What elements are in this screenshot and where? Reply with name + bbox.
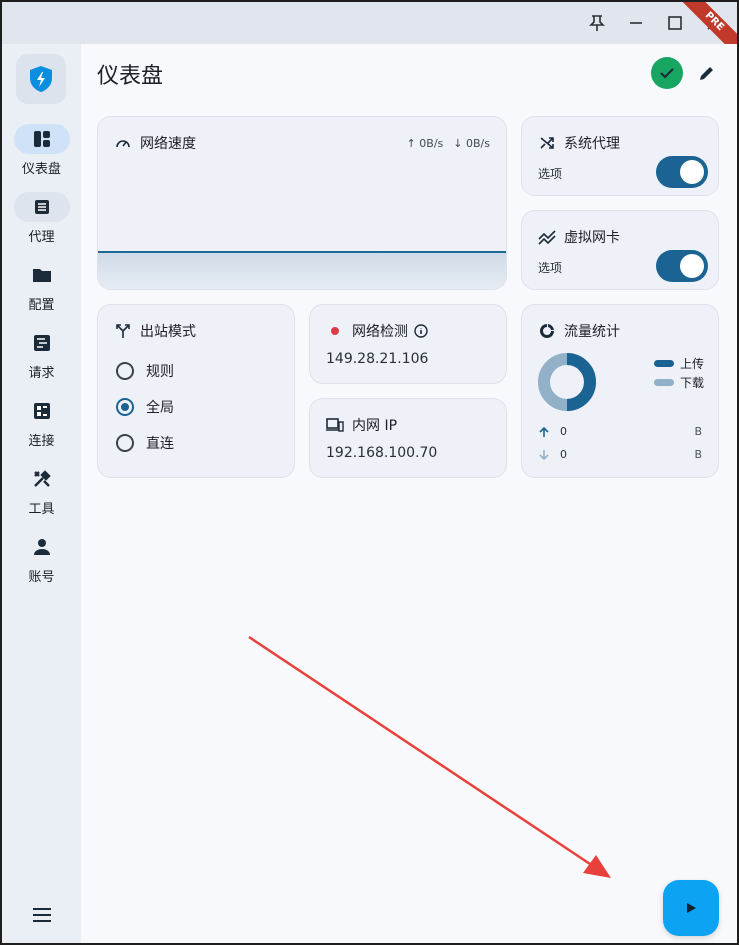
card-header: 流量统计 [538, 321, 620, 341]
network-check-card[interactable]: 网络检测 149.28.21.106 [309, 304, 507, 384]
card-title: 系统代理 [564, 136, 620, 152]
sidebar-item-label: 仪表盘 [21, 162, 61, 177]
outbound-mode-card: 出站模式 规则 全局 直连 [97, 304, 295, 478]
sidebar-item-requests[interactable]: 请求 [2, 328, 81, 388]
sidebar-item-dashboard[interactable]: 仪表盘 [2, 124, 81, 184]
upload-traffic-row: 0 B [538, 425, 702, 438]
account-icon [14, 532, 70, 562]
card-title: 网络检测 [352, 324, 408, 340]
card-header: 系统代理 [538, 133, 620, 153]
sidebar-item-config[interactable]: 配置 [2, 260, 81, 320]
lan-ip-value: 192.168.100.70 [326, 445, 438, 461]
sidebar-item-tools[interactable]: 工具 [2, 464, 81, 524]
traffic-stats-card: 流量统计 上传 下载 0 B 0 B [521, 304, 719, 478]
download-unit: B [694, 448, 702, 461]
sidebar-item-label: 配置 [28, 298, 55, 313]
lan-ip-card: 内网 IP 192.168.100.70 [309, 398, 507, 478]
minimize-icon[interactable] [621, 8, 651, 38]
card-header: 网络检测 [326, 321, 428, 341]
arrow-down-icon [538, 449, 550, 461]
play-icon [687, 903, 696, 913]
option-label: 规则 [146, 364, 174, 380]
radio-button[interactable] [116, 362, 134, 380]
card-title: 虚拟网卡 [564, 230, 620, 246]
sidebar-item-account[interactable]: 账号 [2, 532, 81, 592]
traffic-donut-chart [538, 353, 596, 411]
menu-icon[interactable] [28, 901, 56, 929]
mode-option-rule[interactable]: 规则 [116, 361, 174, 381]
status-check-button[interactable] [651, 57, 683, 89]
card-title: 内网 IP [352, 418, 398, 434]
folder-icon [14, 260, 70, 290]
card-header: 内网 IP [326, 415, 397, 435]
radio-button[interactable] [116, 434, 134, 452]
upload-speed: ↑ 0B/s [406, 137, 444, 150]
sidebar-item-label: 请求 [28, 366, 55, 381]
speed-chart [98, 251, 506, 289]
legend-label: 下载 [680, 376, 705, 390]
card-header: 出站模式 [114, 321, 196, 341]
speed-readout: ↑ 0B/s ↓ 0B/s [407, 137, 490, 150]
pencil-icon [700, 67, 713, 80]
requests-icon [14, 328, 70, 358]
pre-badge-text: PRE [677, 2, 737, 44]
virtual-nic-card[interactable]: 虚拟网卡 选项 [521, 210, 719, 290]
mode-option-direct[interactable]: 直连 [116, 433, 174, 453]
sidebar: 仪表盘 代理 配置 请求 连接 工具 账号 [2, 44, 81, 943]
status-dot-icon [326, 322, 344, 340]
card-subtitle: 选项 [538, 261, 563, 275]
sidebar-item-proxy[interactable]: 代理 [2, 192, 81, 252]
info-icon[interactable] [414, 324, 428, 338]
network-speed-card: 网络速度 ↑ 0B/s ↓ 0B/s [97, 116, 507, 290]
tools-icon [14, 464, 70, 494]
upload-value: 0 [560, 425, 567, 438]
card-title: 网络速度 [140, 136, 196, 152]
speedometer-icon [114, 134, 132, 152]
fork-icon [114, 322, 132, 340]
card-title: 流量统计 [564, 324, 620, 340]
upload-unit: B [694, 425, 702, 438]
sidebar-item-connections[interactable]: 连接 [2, 396, 81, 456]
download-speed: ↓ 0B/s [453, 137, 490, 150]
download-traffic-row: 0 B [538, 448, 702, 461]
connections-icon [14, 396, 70, 426]
page-title: 仪表盘 [97, 64, 164, 89]
mode-option-global[interactable]: 全局 [116, 397, 174, 417]
sidebar-item-label: 账号 [28, 570, 55, 585]
virtual-nic-toggle[interactable] [656, 250, 708, 282]
check-icon [660, 68, 674, 79]
edit-button[interactable] [695, 61, 719, 85]
proxy-icon [13, 192, 70, 222]
shuffle-icon [538, 134, 556, 152]
legend-upload: 上传 [654, 355, 704, 372]
system-proxy-card[interactable]: 系统代理 选项 [521, 116, 719, 196]
window-titlebar: PRE [2, 2, 737, 44]
option-label: 全局 [146, 400, 174, 416]
pre-release-ribbon: PRE [677, 2, 737, 44]
app-logo [16, 54, 66, 104]
network-trend-icon [538, 228, 556, 246]
card-header: 网络速度 [114, 133, 196, 153]
public-ip-value: 149.28.21.106 [326, 351, 429, 367]
option-label: 直连 [146, 436, 174, 452]
radio-button[interactable] [116, 398, 134, 416]
devices-icon [326, 416, 344, 434]
download-value: 0 [560, 448, 567, 461]
system-proxy-toggle[interactable] [656, 156, 708, 188]
sidebar-item-label: 工具 [28, 502, 55, 517]
sidebar-item-label: 代理 [28, 230, 55, 245]
dashboard-icon [13, 124, 70, 154]
card-subtitle: 选项 [538, 167, 563, 181]
card-header: 虚拟网卡 [538, 227, 620, 247]
sidebar-item-label: 连接 [28, 434, 55, 449]
card-title: 出站模式 [140, 324, 196, 340]
pin-icon[interactable] [582, 8, 612, 38]
start-button[interactable] [663, 880, 719, 936]
shield-icon [30, 66, 52, 92]
arrow-up-icon [538, 426, 550, 438]
legend-download: 下载 [654, 374, 704, 391]
donut-icon [538, 322, 556, 340]
legend-label: 上传 [680, 357, 705, 371]
